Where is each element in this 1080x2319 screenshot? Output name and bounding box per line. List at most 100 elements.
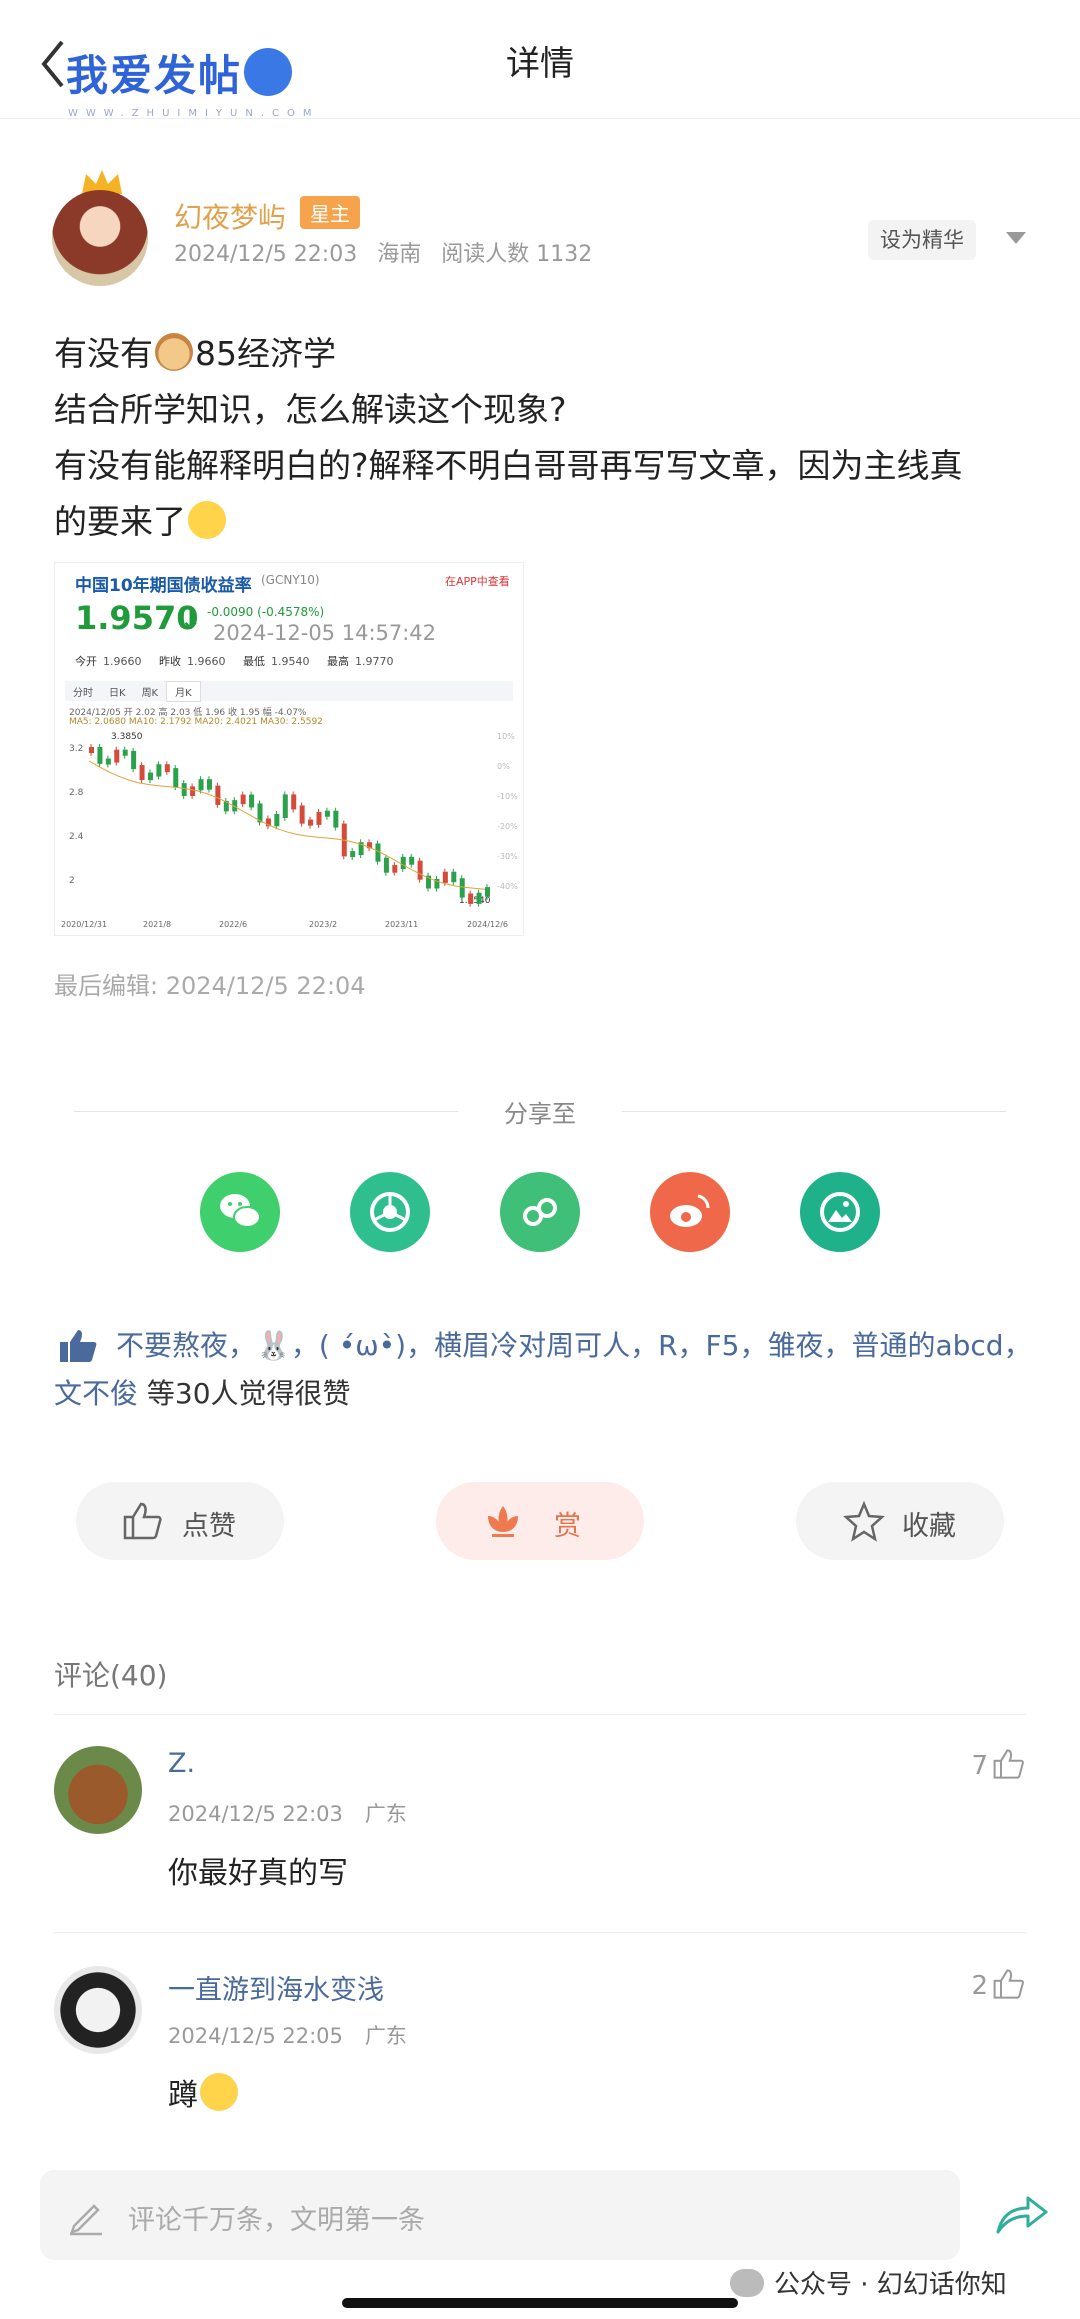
chart-tabs: 分时 日K 周K 月K (65, 681, 513, 702)
candle (114, 749, 120, 763)
moments-icon[interactable] (350, 1172, 430, 1252)
like-label: 点赞 (182, 1511, 236, 1542)
thumbs-up-outline-icon (993, 1749, 1024, 1779)
candle (215, 785, 221, 805)
comment-like-count: 2 (971, 1971, 988, 2001)
weibo-icon[interactable] (650, 1172, 730, 1252)
chart-time: 2024-12-05 14:57:42 (213, 621, 437, 645)
comment-text: 你最好真的写 (168, 1856, 348, 1891)
x-tick: 2020/12/31 (61, 920, 107, 929)
candle (122, 749, 128, 756)
candle (451, 871, 457, 883)
post-line-3: 有没有能解释明白的?解释不明白哥哥再写写文章，因为主线真 (54, 446, 963, 485)
candle (417, 860, 423, 880)
favorite-label: 收藏 (902, 1511, 956, 1542)
reward-label: 赏 (554, 1511, 581, 1542)
candle (97, 747, 103, 764)
candle (181, 783, 187, 796)
y-tick: 2 (69, 876, 75, 886)
grin-emoji-icon (188, 501, 226, 539)
miniprogram-icon[interactable] (500, 1172, 580, 1252)
thumbs-up-outline-icon (123, 1502, 162, 1540)
ohlc-label: 昨收 (159, 655, 181, 668)
link-glyph (523, 1198, 557, 1226)
comment-text: 蹲 (168, 2078, 198, 2113)
divider (54, 1932, 1026, 1933)
candle (240, 794, 246, 805)
comment-meta: 2024/12/5 22:05 广东 (168, 2020, 429, 2050)
y-tick: 2.4 (69, 832, 84, 842)
set-featured-button[interactable]: 设为精华 (868, 220, 976, 260)
chart-change: -0.0090 (-0.4578%) (207, 605, 325, 619)
ohlc-label: 最高 (327, 655, 349, 668)
dog-emoji-icon (155, 333, 193, 371)
more-options-icon[interactable] (1006, 232, 1026, 244)
share-arrow-icon[interactable] (994, 2192, 1050, 2236)
favorite-button[interactable]: 收藏 (796, 1482, 1004, 1560)
comment-input[interactable]: 评论千万条，文明第一条 (40, 2170, 960, 2260)
y-tick: 3.2 (69, 744, 83, 754)
candle (308, 819, 314, 826)
wechat-glyph (220, 1194, 261, 1228)
last-edit-time: 最后编辑: 2024/12/5 22:04 (54, 972, 366, 1000)
candle (383, 857, 389, 873)
wechat-icon[interactable] (200, 1172, 280, 1252)
comment-like-button[interactable]: 2 (971, 1968, 1026, 2001)
high-label: 3.3850 (111, 732, 143, 742)
avatar[interactable] (54, 1966, 142, 2054)
chart-tab-active: 月K (166, 681, 201, 702)
candle (409, 856, 415, 865)
chart-ma-info: MA5: 2.0680 MA10: 2.1792 MA20: 2.4021 MA… (69, 717, 323, 727)
ohlc-value: 1.9660 (103, 655, 142, 668)
weibo-glyph (670, 1194, 710, 1227)
candle (392, 865, 398, 873)
author-name[interactable]: 幻夜梦屿 (174, 196, 286, 236)
like-button[interactable]: 点赞 (76, 1482, 284, 1560)
post-image-bond-yield[interactable]: 中国10年期国债收益率 (GCNY10) 在APP中查看 1.9570 ↓ -0… (54, 562, 524, 936)
candle (156, 764, 162, 777)
chart-app-link: 在APP中查看 (445, 575, 510, 588)
avatar[interactable] (54, 1746, 142, 1834)
candle (131, 750, 137, 770)
right-tick: 0% (497, 762, 510, 771)
comment-like-button[interactable]: 7 (971, 1748, 1026, 1781)
candle (324, 810, 330, 817)
avatar (52, 190, 148, 286)
likes-count: 等30人觉得很赞 (138, 1377, 351, 1410)
chart-tab: 日K (109, 688, 126, 699)
candle (249, 794, 255, 808)
comment-time: 2024/12/5 22:05 (168, 2024, 343, 2048)
post-line-4: 的要来了 (54, 502, 186, 541)
pencil-icon (70, 2204, 102, 2236)
candle (173, 768, 179, 788)
comment-time: 2024/12/5 22:03 (168, 1802, 343, 1826)
watermark-text: 公众号 · 幻幻话你知 (774, 2270, 1007, 2300)
author-avatar[interactable] (52, 168, 154, 288)
candle (350, 851, 356, 858)
right-tick: 10% (497, 732, 515, 741)
comment-location: 广东 (364, 2024, 407, 2048)
post-time: 2024/12/5 22:03 (174, 242, 358, 267)
chart-tab: 分时 (73, 688, 93, 699)
commenter-name[interactable]: 一直游到海水变浅 (168, 1968, 384, 2007)
album-icon[interactable] (800, 1172, 880, 1252)
share-label: 分享至 (504, 1100, 576, 1128)
thumbs-up-outline-icon (993, 1969, 1024, 1999)
commenter-name[interactable]: Z. (168, 1748, 195, 1779)
likes-list: 不要熬夜，🐰，( •́ω•̀)，横眉冷对周可人，R，F5，雏夜，普通的abcd，… (54, 1322, 1034, 1418)
candle (89, 747, 94, 753)
crying-emoji-icon (200, 2073, 238, 2111)
x-tick: 2023/2 (309, 920, 337, 929)
lotus-icon (488, 1506, 518, 1537)
right-tick: -30% (497, 852, 518, 861)
candlestick-chart: 3.2 2.8 2.4 2 10% 0% -10% -20% -30% -40%… (61, 732, 518, 929)
wechat-official-icon (730, 2269, 764, 2297)
down-arrow-icon: ↓ (179, 603, 203, 636)
ohlc-label: 最低 (243, 655, 265, 668)
reward-button[interactable]: 赏 (436, 1482, 644, 1560)
right-tick: -20% (497, 822, 518, 831)
chart-ohlc: 今开 1.9660 昨收 1.9660 最低 1.9540 最高 1.9770 (75, 653, 408, 669)
low-label: 1.9540 (459, 896, 491, 906)
album-glyph (820, 1192, 860, 1232)
post-meta: 2024/12/5 22:03 海南 阅读人数 1132 (174, 236, 612, 268)
